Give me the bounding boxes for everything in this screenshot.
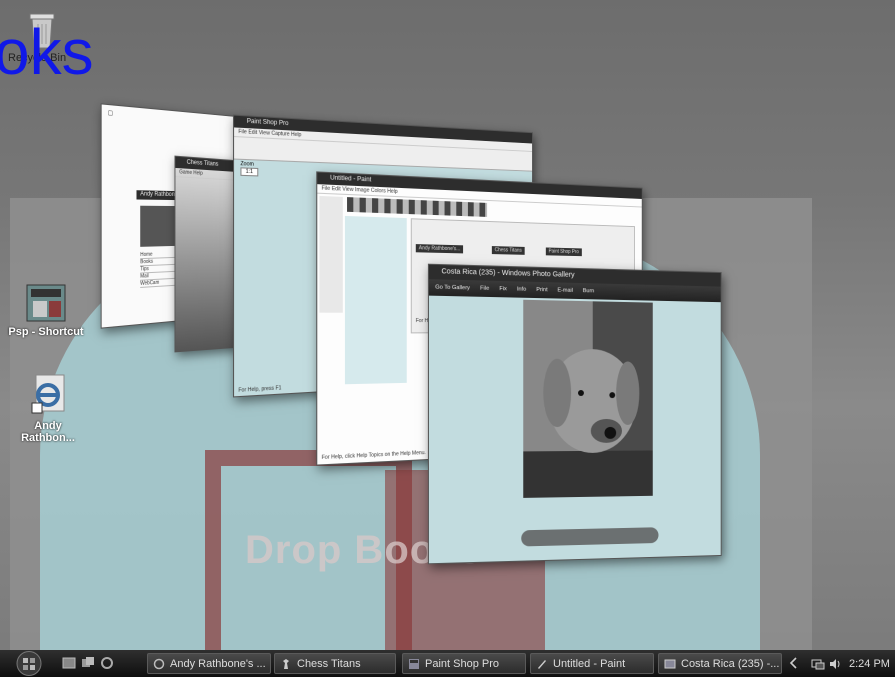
- taskbar-button-chess[interactable]: Chess Titans: [274, 653, 396, 674]
- taskbar-button-ie[interactable]: Andy Rathbone's ...: [147, 653, 271, 674]
- chevron-left-icon[interactable]: [789, 657, 799, 669]
- psp-zoom-select[interactable]: 1:1: [240, 167, 259, 177]
- paint-status: For Help, click Help Topics on the Help …: [321, 449, 426, 462]
- volume-icon[interactable]: [828, 657, 842, 671]
- photo-toolbar-item[interactable]: Fix: [499, 281, 506, 297]
- desktop: Drop Books Recycle Bin oks Psp - Shortcu…: [0, 0, 895, 677]
- taskbar-button-psp[interactable]: Paint Shop Pro: [402, 653, 526, 674]
- photo-toolbar-item[interactable]: E-mail: [557, 282, 572, 298]
- psp-status: For Help, press F1: [238, 385, 282, 394]
- taskbar-button-label: Costa Rica (235) -...: [681, 658, 780, 670]
- clock[interactable]: 2:24 PM: [849, 658, 890, 670]
- andy-shortcut[interactable]: Andy Rathbon...: [8, 373, 88, 444]
- photo-toolbar-item[interactable]: Print: [536, 282, 547, 298]
- taskbar-button-label: Andy Rathbone's ...: [170, 658, 266, 670]
- internet-explorer-icon: [31, 374, 65, 414]
- photo-toolbar-item[interactable]: File: [480, 280, 489, 297]
- paint-inner-task: Andy Rathbone's...: [415, 244, 464, 254]
- photo-toolbar-item[interactable]: Burn: [583, 283, 594, 299]
- chess-window[interactable]: Chess Titans Game Help: [174, 155, 238, 353]
- paint-shop-pro-icon: [409, 659, 419, 669]
- internet-explorer-icon: [153, 658, 165, 670]
- photo-toolbar-item[interactable]: Go To Gallery: [435, 279, 470, 296]
- paint-inner-task: Chess Titans: [491, 246, 525, 255]
- taskbar-button-paint[interactable]: Untitled - Paint: [530, 653, 654, 674]
- taskbar-button-label: Untitled - Paint: [553, 658, 626, 670]
- taskbar-button-label: Chess Titans: [297, 658, 361, 670]
- taskbar-button-label: Paint Shop Pro: [425, 658, 499, 670]
- ie-recycle-thumb: ▢: [107, 110, 114, 118]
- photo-gallery-window[interactable]: Costa Rica (235) - Windows Photo Gallery…: [427, 263, 722, 565]
- psp-shortcut[interactable]: Psp - Shortcut: [4, 283, 88, 338]
- start-button[interactable]: [14, 650, 44, 677]
- paint-shop-pro-icon: [26, 284, 66, 322]
- photo-toolbar-item[interactable]: Info: [517, 281, 526, 297]
- photo-gallery-icon: [664, 659, 676, 669]
- show-desktop-icon[interactable]: [62, 656, 76, 670]
- paint-inner-task: Paint Shop Pro: [545, 247, 582, 257]
- switch-windows-icon[interactable]: [81, 656, 95, 670]
- dog-photo: [523, 299, 653, 498]
- internet-explorer-icon[interactable]: [100, 656, 114, 670]
- paint-icon: [538, 660, 546, 669]
- overlay-text: oks: [0, 16, 94, 88]
- ie-photo: [140, 205, 177, 247]
- chess-icon: [283, 659, 289, 669]
- taskbar-button-photo-gallery[interactable]: Costa Rica (235) -...: [658, 653, 782, 674]
- psp-shortcut-label: Psp - Shortcut: [8, 326, 84, 338]
- photo-controls[interactable]: [521, 527, 659, 547]
- paint-toolbox[interactable]: [319, 195, 343, 313]
- network-icon[interactable]: [811, 657, 825, 671]
- paint-canvas-left: [344, 215, 407, 385]
- andy-shortcut-label: Andy Rathbon...: [21, 420, 75, 444]
